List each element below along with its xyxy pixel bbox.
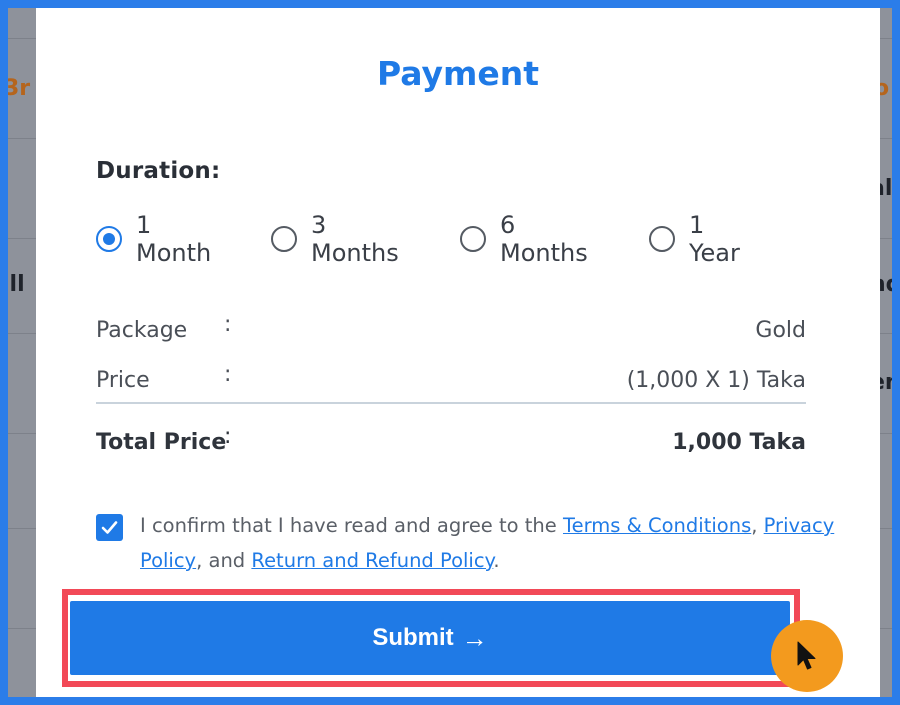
radio-unchecked-icon[interactable] xyxy=(460,226,486,252)
consent-checkbox[interactable] xyxy=(96,514,123,541)
price-value: (1,000 X 1) Taka xyxy=(626,368,806,393)
separator: : xyxy=(224,362,232,387)
duration-option-1-month[interactable]: 1 Month xyxy=(96,211,211,267)
consent-middle: , and xyxy=(196,549,252,572)
consent-comma: , xyxy=(751,514,764,537)
arrow-right-icon: → xyxy=(461,622,488,653)
background-text: 3r xyxy=(8,76,31,101)
radio-unchecked-icon[interactable] xyxy=(271,226,297,252)
background-page: 3r ill o al nd en Payment Duration: 1 Mo… xyxy=(8,8,892,697)
radio-checked-icon[interactable] xyxy=(96,226,122,252)
background-text: ill xyxy=(8,272,25,297)
consent-text: I confirm that I have read and agree to … xyxy=(140,508,840,578)
submit-button[interactable]: Submit → xyxy=(70,601,790,675)
modal-title: Payment xyxy=(376,54,540,93)
duration-option-3-months[interactable]: 3 Months xyxy=(271,211,399,267)
mouse-pointer-icon xyxy=(797,641,816,670)
package-row: Package : Gold xyxy=(96,312,806,348)
package-value: Gold xyxy=(755,318,806,343)
submit-label: Submit xyxy=(372,624,454,651)
price-row: Price : (1,000 X 1) Taka xyxy=(96,362,806,398)
duration-option-1-year[interactable]: 1 Year xyxy=(649,211,740,267)
terms-conditions-link[interactable]: Terms & Conditions xyxy=(563,514,751,537)
total-price-row: Total Price : 1,000 Taka xyxy=(96,424,806,460)
consent-suffix: . xyxy=(493,549,500,572)
refund-policy-link[interactable]: Return and Refund Policy xyxy=(251,549,493,572)
separator: : xyxy=(224,312,232,337)
total-price-label: Total Price xyxy=(96,430,227,455)
radio-unchecked-icon[interactable] xyxy=(649,226,675,252)
total-price-value: 1,000 Taka xyxy=(672,430,806,455)
summary-divider xyxy=(96,402,806,404)
consent-prefix: I confirm that I have read and agree to … xyxy=(140,514,563,537)
duration-option-label: 1 Month xyxy=(136,211,212,267)
price-label: Price xyxy=(96,368,150,393)
duration-option-label: 1 Year xyxy=(689,211,740,267)
checkmark-icon xyxy=(101,521,118,534)
duration-option-label: 3 Months xyxy=(311,211,399,267)
package-label: Package xyxy=(96,318,188,343)
duration-option-6-months[interactable]: 6 Months xyxy=(460,211,588,267)
separator: : xyxy=(224,424,232,449)
duration-label: Duration: xyxy=(96,158,221,184)
duration-option-label: 6 Months xyxy=(500,211,588,267)
cursor-indicator xyxy=(771,620,843,692)
